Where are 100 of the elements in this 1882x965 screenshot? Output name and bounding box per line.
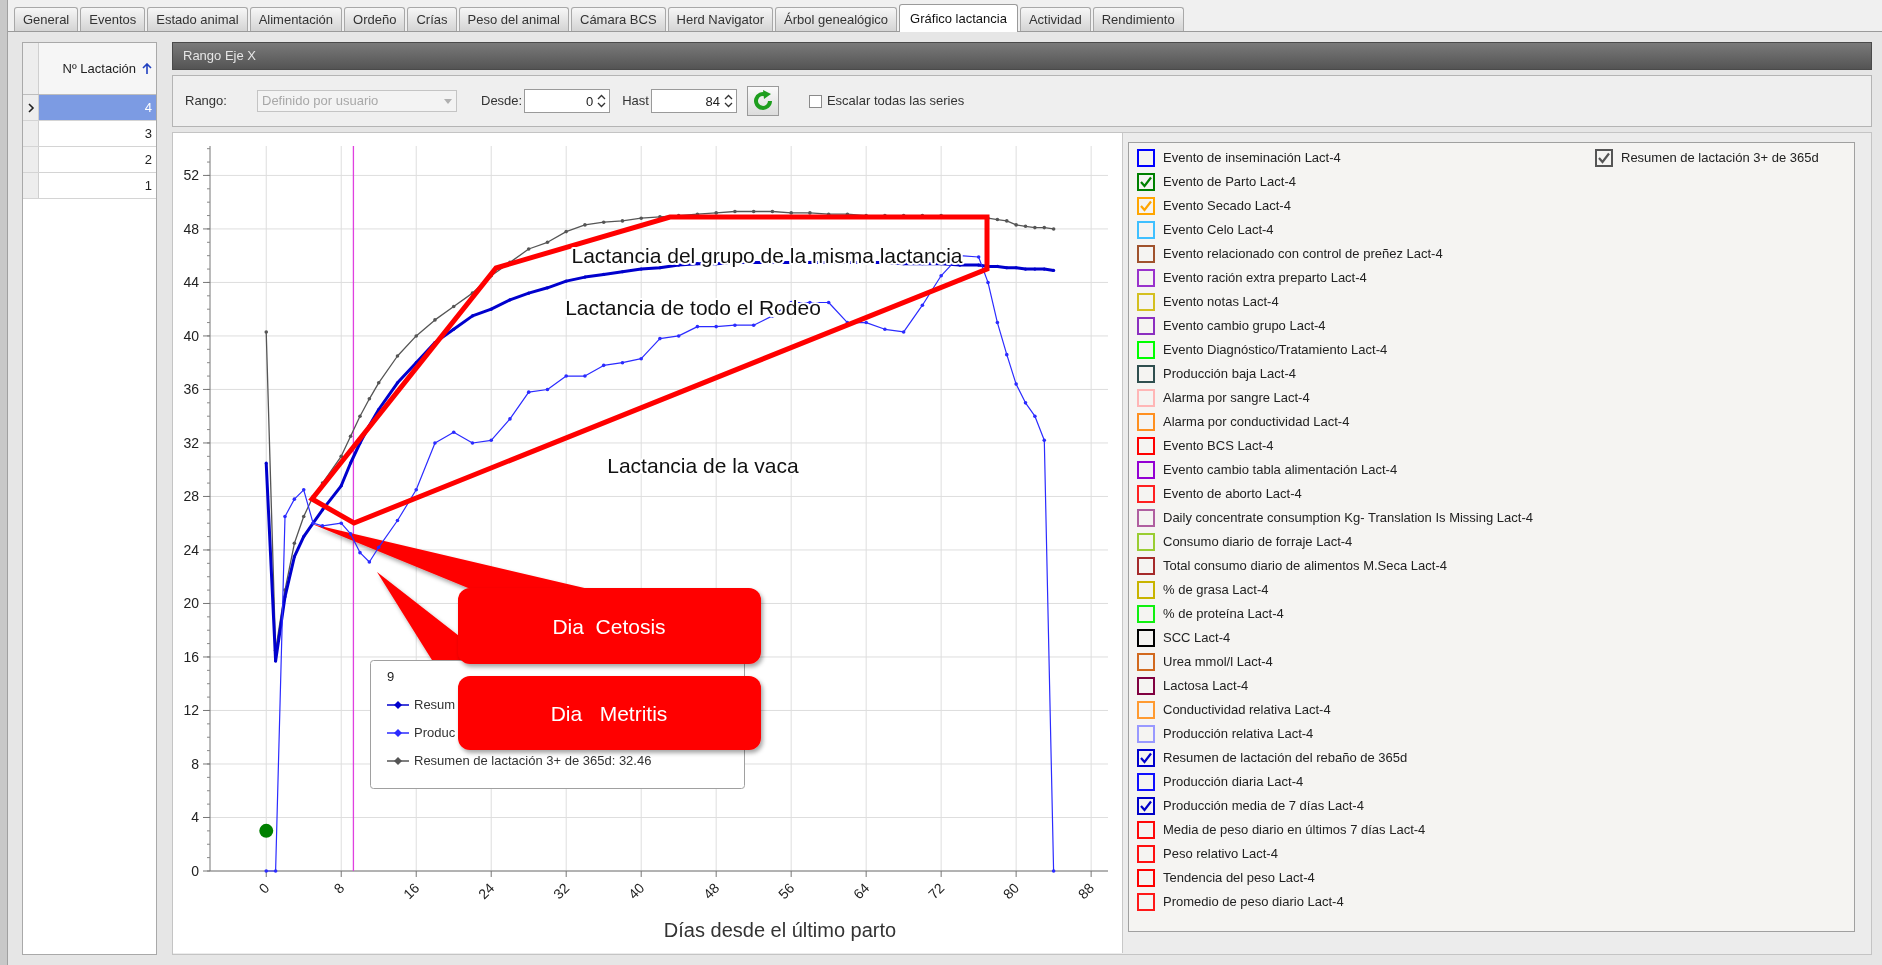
tick-label: 48 — [183, 220, 199, 237]
tab[interactable]: Cámara BCS — [571, 7, 666, 31]
tick-label: 56 — [774, 879, 798, 903]
tab[interactable]: Ordeño — [344, 7, 406, 31]
tick-label: 88 — [1074, 879, 1098, 903]
annotation-label: Lactancia de la vaca — [607, 454, 799, 477]
legend-checkbox[interactable] — [1137, 245, 1155, 263]
tab[interactable]: Gráfico lactancia — [899, 4, 1018, 32]
tooltip-text: Resum — [414, 697, 456, 712]
legend-label: Evento de aborto Lact-4 — [1163, 485, 1302, 504]
refresh-button[interactable] — [746, 86, 779, 116]
tooltip-title: 9 — [387, 669, 395, 684]
legend-label: Producción media de 7 días Lact-4 — [1163, 797, 1364, 816]
spinner-icon[interactable] — [723, 94, 733, 108]
legend-label: Promedio de peso diario Lact-4 — [1163, 893, 1344, 912]
tick-label: 24 — [183, 541, 199, 558]
panel-title: Rango Eje X — [183, 47, 256, 66]
legend-checkbox[interactable] — [1137, 749, 1155, 767]
tick-label: 16 — [400, 879, 423, 903]
tab[interactable]: Peso del animal — [458, 7, 569, 31]
tab[interactable]: Herd Navigator — [667, 7, 773, 31]
tooltip-text: Resumen de lactación 3+ de 365d: 32.46 — [414, 753, 652, 768]
legend-label: Evento Secado Lact-4 — [1163, 197, 1291, 216]
legend-label: Producción relativa Lact-4 — [1163, 725, 1314, 744]
tab[interactable]: Alimentación — [249, 7, 343, 31]
legend-checkbox[interactable] — [1137, 677, 1155, 695]
legend-label: % de proteína Lact-4 — [1163, 605, 1284, 624]
legend-checkbox[interactable] — [1137, 845, 1155, 863]
row-pointer-icon — [26, 102, 35, 113]
legend-label: Producción diaria Lact-4 — [1163, 773, 1304, 792]
tick-label: 72 — [924, 879, 948, 903]
legend-label: Media de peso diario en últimos 7 días Lact-4 — [1163, 821, 1426, 840]
legend-checkbox[interactable] — [1137, 821, 1155, 839]
legend-label: Tendencia del peso Lact-4 — [1163, 869, 1315, 888]
legend-label: Evento notas Lact-4 — [1163, 293, 1279, 312]
legend-label: Daily concentrate consumption Kg- Translation Is Missing Lact-4 — [1163, 509, 1533, 528]
legend-checkbox[interactable] — [1137, 437, 1155, 455]
grid-cell[interactable]: 3 — [39, 121, 156, 146]
grid-cell[interactable]: 2 — [39, 147, 156, 172]
tick-label: 80 — [999, 879, 1023, 903]
legend-checkbox[interactable] — [1137, 869, 1155, 887]
legend-label: Evento cambio tabla alimentación Lact-4 — [1163, 461, 1398, 480]
spinner-icon[interactable] — [597, 94, 607, 108]
column-header[interactable]: Nº Lactación — [39, 43, 156, 94]
axis-title: Días desde el último parto — [663, 919, 897, 941]
legend-checkbox[interactable] — [1137, 533, 1155, 551]
tick-label: 40 — [625, 879, 648, 903]
tab[interactable]: Estado animal — [147, 7, 248, 31]
tick-label: 44 — [183, 274, 199, 291]
legend-checkbox[interactable] — [1137, 317, 1155, 335]
legend-label: Evento ración extra preparto Lact-4 — [1163, 269, 1367, 288]
legend-checkbox[interactable] — [1137, 413, 1155, 431]
tick-label: 4 — [191, 809, 199, 826]
legend-label: Evento Diagnóstico/Tratamiento Lact-4 — [1163, 341, 1388, 360]
legend-label: Peso relativo Lact-4 — [1163, 845, 1278, 864]
tab[interactable]: Rendimiento — [1092, 7, 1184, 31]
legend-label: Evento de inseminación Lact-4 — [1163, 149, 1341, 168]
scale-checkbox[interactable] — [808, 94, 822, 108]
tick-label: 24 — [475, 879, 498, 903]
legend-label: SCC Lact-4 — [1163, 629, 1231, 648]
tab[interactable]: Eventos — [80, 7, 146, 31]
legend-label: Resumen de lactación del rebaño de 365d — [1163, 749, 1408, 768]
legend-checkbox[interactable] — [1137, 701, 1155, 719]
to-field[interactable]: 84 — [650, 89, 737, 113]
legend-checkbox[interactable] — [1137, 173, 1155, 191]
tick-label: 0 — [255, 879, 273, 897]
legend-checkbox[interactable] — [1137, 485, 1155, 503]
legend-label: Conductividad relativa Lact-4 — [1163, 701, 1331, 720]
legend-checkbox[interactable] — [1137, 629, 1155, 647]
tab[interactable]: Crías — [407, 7, 457, 31]
legend-label: Alarma por conductividad Lact-4 — [1163, 413, 1350, 432]
legend-checkbox[interactable] — [1137, 197, 1155, 215]
legend-checkbox[interactable] — [1137, 221, 1155, 239]
legend-checkbox[interactable] — [1137, 893, 1155, 911]
grid-cell[interactable]: 1 — [39, 173, 156, 198]
tab[interactable]: General — [14, 7, 79, 31]
legend-checkbox[interactable] — [1137, 653, 1155, 671]
legend-checkbox[interactable] — [1137, 773, 1155, 791]
row-header[interactable] — [23, 95, 39, 120]
legend-label: Total consumo diario de alimentos M.Seca Lact-4 — [1163, 557, 1447, 576]
legend-checkbox[interactable] — [1137, 725, 1155, 743]
legend-checkbox[interactable] — [1137, 461, 1155, 479]
legend-checkbox[interactable] — [1137, 269, 1155, 287]
tick-label: 36 — [183, 381, 199, 398]
legend-checkbox[interactable] — [1137, 365, 1155, 383]
legend-checkbox[interactable] — [1595, 149, 1613, 167]
row-header-corner — [23, 43, 39, 94]
legend-checkbox[interactable] — [1137, 557, 1155, 575]
tab[interactable]: Actividad — [1019, 7, 1091, 31]
tab[interactable]: Árbol genealógico — [775, 7, 898, 31]
to-label: Hast — [622, 92, 649, 111]
column-header-label: Nº Lactación — [62, 59, 136, 78]
tick-label: 12 — [183, 702, 199, 719]
legend-checkbox[interactable] — [1137, 797, 1155, 815]
legend-checkbox[interactable] — [1137, 581, 1155, 599]
checkbox-label: Escalar todas las series — [826, 92, 965, 111]
legend-checkbox[interactable] — [1137, 149, 1155, 167]
legend-checkbox[interactable] — [1137, 509, 1155, 527]
tick-label: 8 — [191, 756, 199, 772]
from-field[interactable]: 0 — [524, 89, 611, 113]
